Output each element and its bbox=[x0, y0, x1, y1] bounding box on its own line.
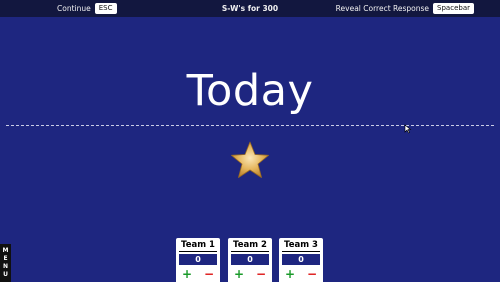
menu-letter: E bbox=[3, 255, 8, 262]
reveal-label: Reveal Correct Response bbox=[335, 4, 430, 13]
subtract-points-button[interactable]: − bbox=[204, 268, 214, 280]
team-divider bbox=[231, 251, 269, 252]
menu-letter: M bbox=[2, 247, 9, 254]
team-name: Team 2 bbox=[233, 240, 267, 250]
team-score: 0 bbox=[179, 254, 217, 265]
team-score: 0 bbox=[282, 254, 320, 265]
clue-text: Today bbox=[186, 66, 314, 116]
divider bbox=[6, 125, 494, 126]
reveal-hint[interactable]: Reveal Correct Response Spacebar bbox=[336, 3, 474, 14]
top-bar: Continue ESC S-W's for 300 Reveal Correc… bbox=[0, 0, 500, 17]
team-card-3: Team 3 0 + − bbox=[279, 238, 323, 282]
spacebar-key[interactable]: Spacebar bbox=[433, 3, 474, 14]
menu-tab[interactable]: M E N U bbox=[0, 244, 11, 282]
subtract-points-button[interactable]: − bbox=[256, 268, 266, 280]
team-score: 0 bbox=[231, 254, 269, 265]
add-points-button[interactable]: + bbox=[182, 268, 192, 280]
team-divider bbox=[282, 251, 320, 252]
star-icon bbox=[231, 141, 269, 178]
add-points-button[interactable]: + bbox=[234, 268, 244, 280]
team-divider bbox=[179, 251, 217, 252]
team-card-2: Team 2 0 + − bbox=[228, 238, 272, 282]
team-name: Team 1 bbox=[181, 240, 215, 250]
add-points-button[interactable]: + bbox=[285, 268, 295, 280]
team-name: Team 3 bbox=[284, 240, 318, 250]
team-card-1: Team 1 0 + − bbox=[176, 238, 220, 282]
mouse-cursor-icon bbox=[404, 124, 412, 134]
menu-letter: U bbox=[3, 271, 8, 278]
subtract-points-button[interactable]: − bbox=[307, 268, 317, 280]
menu-letter: N bbox=[2, 263, 9, 270]
